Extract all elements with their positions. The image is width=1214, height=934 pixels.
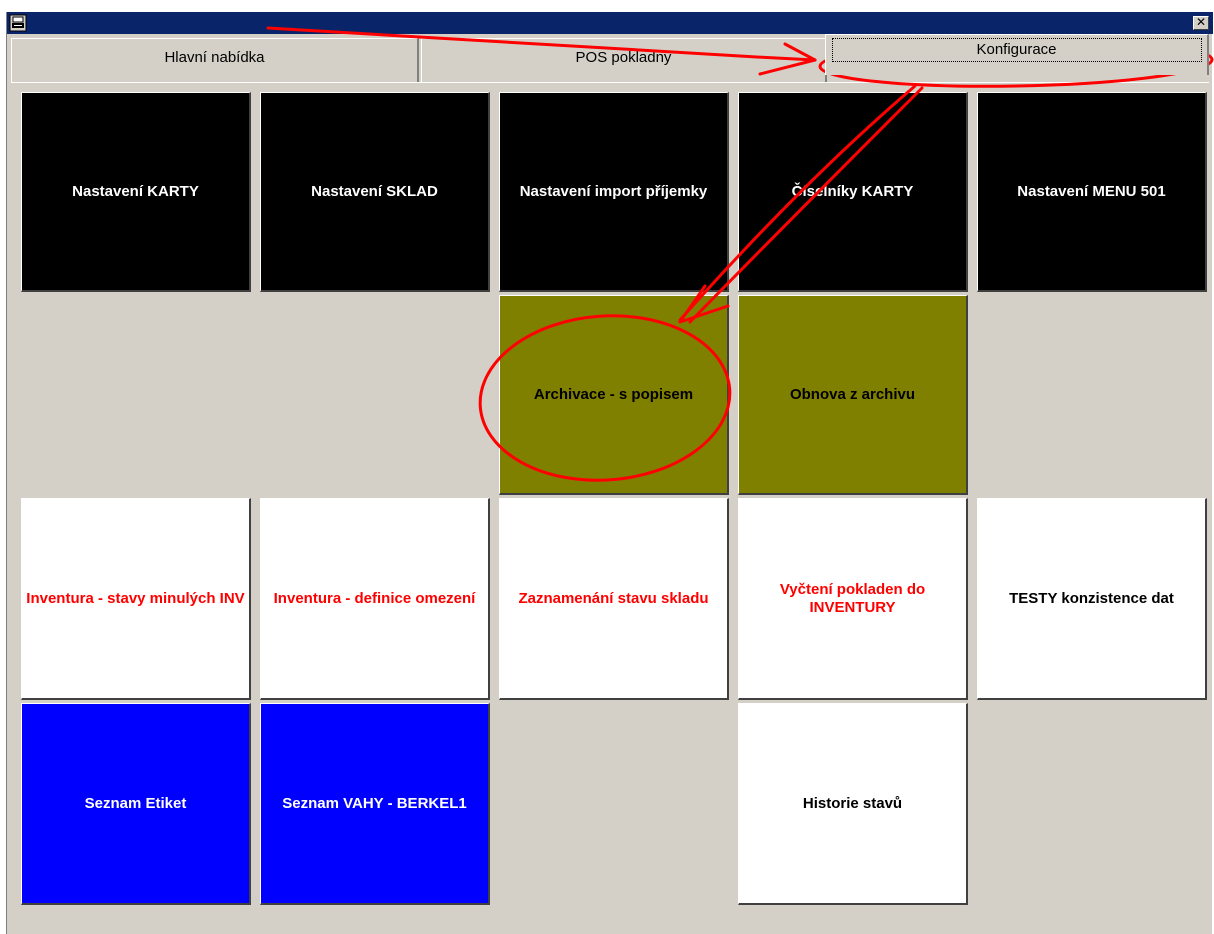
tab-divider (11, 82, 1209, 83)
tile-obnova-z-archivu[interactable]: Obnova z archivu (738, 295, 968, 495)
close-button[interactable]: ✕ (1193, 16, 1209, 30)
app-window: ✕ Hlavní nabídka POS pokladny Konfigurac… (6, 12, 1213, 934)
tab-konfigurace[interactable]: Konfigurace (825, 34, 1209, 75)
tile-seznam-vahy-berkel1[interactable]: Seznam VAHY - BERKEL1 (260, 703, 490, 905)
tab-pos-pokladny[interactable]: POS pokladny (421, 38, 827, 83)
app-icon (9, 14, 27, 32)
tile-archivace-s-popisem[interactable]: Archivace - s popisem (499, 295, 729, 495)
tile-nastaveni-import-prijemky[interactable]: Nastavení import příjemky (499, 92, 729, 292)
tile-inventura-stavy-minulych-inv[interactable]: Inventura - stavy minulých INV (21, 498, 251, 700)
tile-seznam-etiket[interactable]: Seznam Etiket (21, 703, 251, 905)
tab-hlavni-nabidka[interactable]: Hlavní nabídka (11, 38, 419, 83)
tile-zaznamenani-stavu-skladu[interactable]: Zaznamenání stavu skladu (499, 498, 729, 700)
title-bar[interactable]: ✕ (7, 12, 1213, 34)
tile-nastaveni-karty[interactable]: Nastavení KARTY (21, 92, 251, 292)
tile-historie-stavu[interactable]: Historie stavů (738, 703, 968, 905)
tile-ciselniky-karty[interactable]: Číselníky KARTY (738, 92, 968, 292)
tile-inventura-definice-omezeni[interactable]: Inventura - definice omezení (260, 498, 490, 700)
tab-konfigurace-label: Konfigurace (831, 38, 1202, 62)
tile-testy-konzistence-dat[interactable]: TESTY konzistence dat (977, 498, 1207, 700)
tile-nastaveni-sklad[interactable]: Nastavení SKLAD (260, 92, 490, 292)
tile-vycteni-pokladen-do-inventury[interactable]: Vyčtení pokladen do INVENTURY (738, 498, 968, 700)
tile-nastaveni-menu-501[interactable]: Nastavení MENU 501 (977, 92, 1207, 292)
